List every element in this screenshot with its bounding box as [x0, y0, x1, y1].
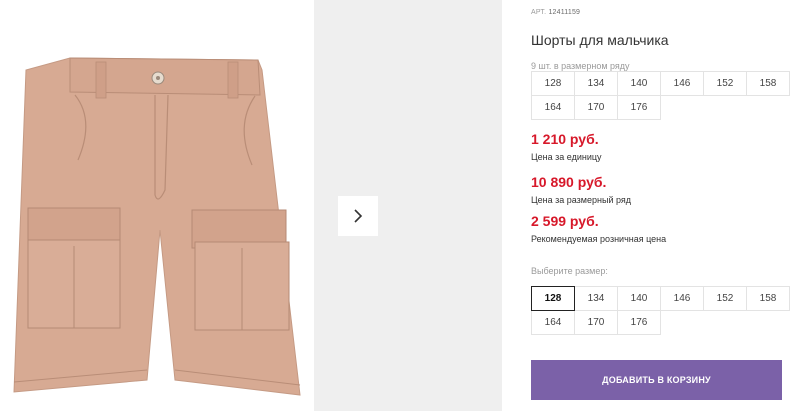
size-option-146[interactable]: 146	[660, 286, 704, 311]
range-size-cell: 170	[574, 95, 618, 120]
choose-size-label: Выберите размер:	[531, 266, 608, 276]
unit-price: 1 210 руб.	[531, 131, 599, 147]
range-price-label: Цена за размерный ряд	[531, 195, 632, 205]
pcs-in-range: 9 шт. в размерном ряду	[531, 61, 630, 71]
size-option-128[interactable]: 128	[531, 286, 575, 311]
unit-price-label: Цена за единицу	[531, 152, 602, 162]
article-number: АРТ. 12411159	[531, 9, 580, 16]
size-option-164[interactable]: 164	[531, 310, 575, 335]
range-size-cell: 152	[703, 71, 747, 96]
range-size-cell: 128	[531, 71, 575, 96]
range-size-cell: 146	[660, 71, 704, 96]
product-gallery	[0, 0, 510, 411]
size-option-140[interactable]: 140	[617, 286, 661, 311]
retail-price: 2 599 руб.	[531, 213, 599, 229]
size-option-158[interactable]: 158	[746, 286, 790, 311]
size-selector: 128 134 140 146 152 158 164 170 176	[531, 286, 790, 335]
cargo-shorts-image	[13, 57, 301, 396]
add-to-cart-button[interactable]: ДОБАВИТЬ В КОРЗИНУ	[531, 360, 782, 400]
range-size-cell: 134	[574, 71, 618, 96]
size-option-176[interactable]: 176	[617, 310, 661, 335]
gallery-next-button[interactable]	[338, 196, 378, 236]
range-size-cell: 164	[531, 95, 575, 120]
size-option-134[interactable]: 134	[574, 286, 618, 311]
range-size-cell: 140	[617, 71, 661, 96]
range-sizes-grid: 128 134 140 146 152 158 164 170 176	[531, 71, 790, 120]
size-option-152[interactable]: 152	[703, 286, 747, 311]
range-price: 10 890 руб.	[531, 174, 607, 190]
size-option-170[interactable]: 170	[574, 310, 618, 335]
chevron-right-icon	[354, 209, 363, 223]
product-title: Шорты для мальчика	[531, 32, 669, 48]
range-size-cell: 158	[746, 71, 790, 96]
retail-price-label: Рекомендуемая розничная цена	[531, 234, 667, 244]
article-label: АРТ.	[531, 9, 547, 16]
article-value: 12411159	[548, 9, 581, 16]
product-photo[interactable]	[0, 0, 312, 411]
range-size-cell: 176	[617, 95, 661, 120]
